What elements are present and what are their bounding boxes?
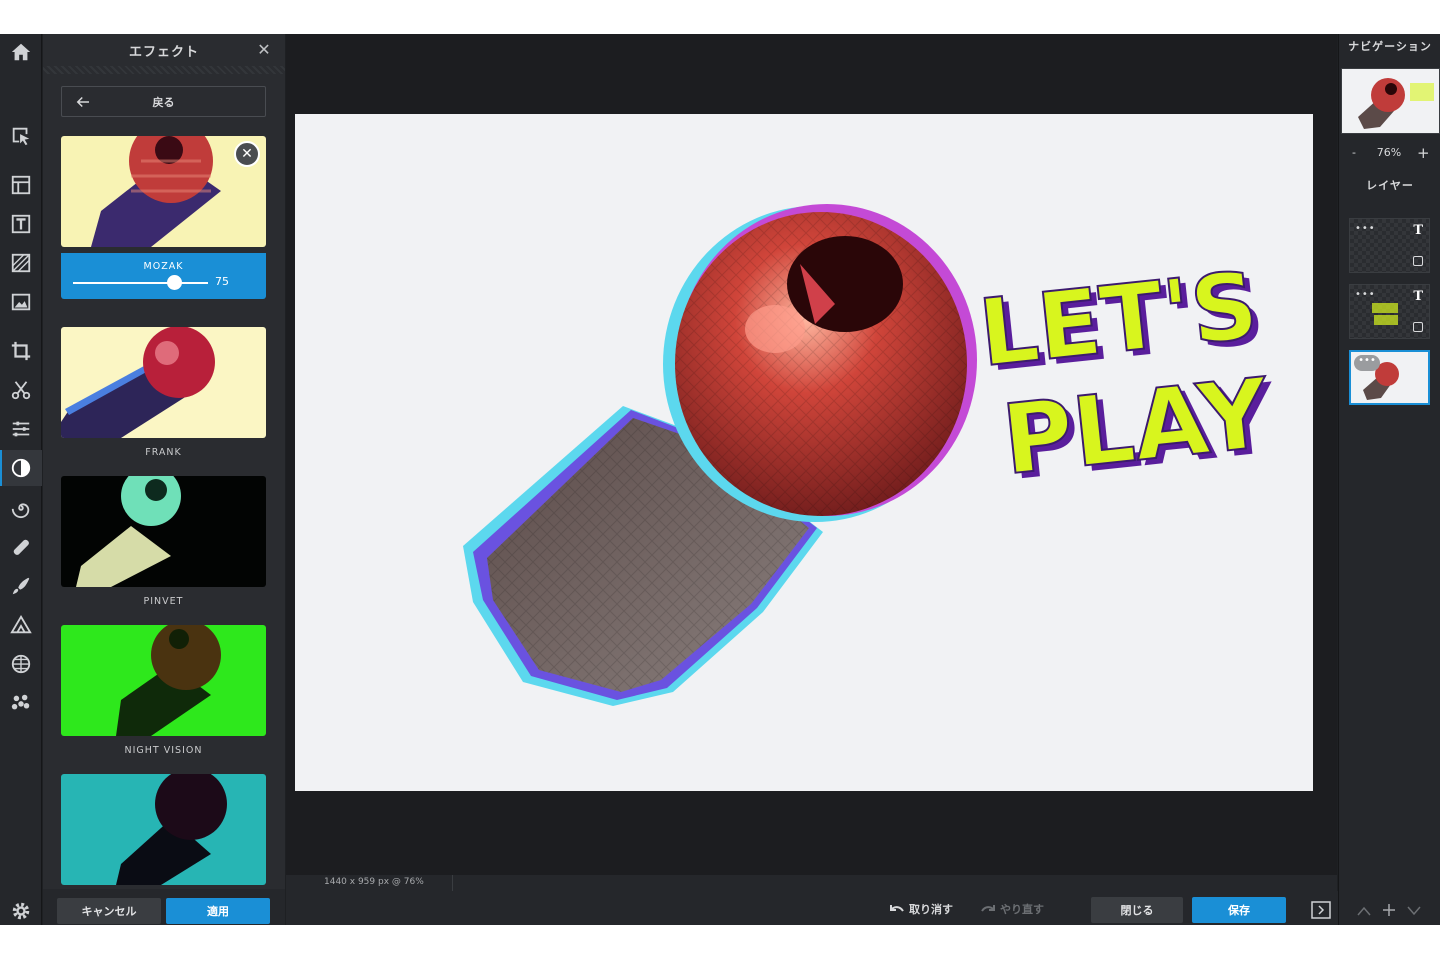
panel-footer: キャンセル 適用 <box>43 889 285 925</box>
chevron-down-icon[interactable] <box>1407 906 1421 916</box>
liquify-icon[interactable] <box>0 490 42 526</box>
image-icon[interactable] <box>0 284 42 320</box>
navigation-thumbnail[interactable] <box>1341 68 1440 134</box>
zoom-in-button[interactable]: + <box>1417 144 1430 162</box>
active-effect-name: MOZAK <box>143 261 184 272</box>
panel-divider <box>43 66 285 74</box>
save-button[interactable]: 保存 <box>1192 897 1286 923</box>
texture-icon[interactable] <box>0 646 42 682</box>
chevron-up-icon[interactable] <box>1357 906 1371 916</box>
remove-effect-icon[interactable]: ✕ <box>234 141 260 167</box>
effect-intensity-slider[interactable]: MOZAK 75 <box>61 253 266 299</box>
layer-item-text-2[interactable]: ••• T <box>1349 284 1430 339</box>
layout-icon[interactable] <box>0 167 42 203</box>
effect-label-night-vision: NIGHT VISION <box>124 745 203 756</box>
arrow-left-icon <box>76 96 89 108</box>
settings-icon[interactable] <box>0 893 42 929</box>
cancel-button[interactable]: キャンセル <box>57 898 161 924</box>
redo-label: やり直す <box>1000 903 1044 916</box>
more-icon[interactable]: ••• <box>1354 355 1380 371</box>
layer-item-text-1[interactable]: ••• T <box>1349 218 1430 273</box>
layer-item-image[interactable]: ••• <box>1349 350 1430 405</box>
tool-sidebar <box>0 34 42 925</box>
effect-thumb-frank[interactable] <box>61 327 266 438</box>
effect-icon[interactable] <box>0 450 42 486</box>
text-layer-icon: T <box>1413 223 1423 238</box>
more-icon[interactable]: ••• <box>1355 223 1376 234</box>
edited-image[interactable]: LET'S LET'S PLAY PLAY <box>295 114 1313 791</box>
adjust-icon[interactable] <box>0 411 42 447</box>
canvas-stage: LET'S LET'S PLAY PLAY <box>286 34 1337 889</box>
panel-toggle-icon[interactable] <box>1311 901 1331 919</box>
effect-label-pinvet: PINVET <box>143 596 184 607</box>
image-size-readout: 1440 x 959 px @ 76% <box>324 877 424 887</box>
heal-icon[interactable] <box>0 529 42 565</box>
cut-icon[interactable] <box>0 372 42 408</box>
effect-thumb-cyan[interactable] <box>61 774 266 885</box>
status-bar: 1440 x 959 px @ 76% <box>286 875 1337 891</box>
effects-panel: エフェクト ✕ 戻る ✕ MOZAK 75 FRANK PINVET NIGHT… <box>43 34 285 925</box>
layer-visibility-checkbox[interactable] <box>1413 256 1423 266</box>
right-panel: ナビゲーション - 76% + レイヤー ••• T ••• T ••• <box>1338 34 1440 925</box>
navigation-title: ナビゲーション <box>1348 40 1432 53</box>
text-icon[interactable] <box>0 206 42 242</box>
pattern-icon[interactable] <box>0 245 42 281</box>
editor-app: エフェクト ✕ 戻る ✕ MOZAK 75 FRANK PINVET NIGHT… <box>0 34 1440 925</box>
select-icon[interactable] <box>0 118 42 154</box>
zoom-controls: - 76% + <box>1339 144 1440 164</box>
bottom-bar: 取り消す やり直す 閉じる 保存 <box>286 891 1440 925</box>
status-divider <box>452 875 453 891</box>
crop-icon[interactable] <box>0 333 42 369</box>
text-layer-icon: T <box>1413 289 1423 304</box>
redo-button[interactable]: やり直す <box>980 901 1044 917</box>
effect-label-frank: FRANK <box>145 447 182 458</box>
brush-icon[interactable] <box>0 568 42 604</box>
apply-button[interactable]: 適用 <box>166 898 270 924</box>
redo-icon <box>981 905 995 912</box>
sticker-icon[interactable] <box>0 685 42 721</box>
close-button[interactable]: 閉じる <box>1091 897 1183 923</box>
layers-title: レイヤー <box>1366 179 1414 192</box>
shape-icon[interactable] <box>0 607 42 643</box>
slider-value: 75 <box>215 275 229 288</box>
panel-title: エフェクト <box>128 44 199 60</box>
effect-thumb-night-vision[interactable] <box>61 625 266 736</box>
layer-order-controls <box>1339 902 1440 922</box>
layer-text-preview <box>1372 303 1398 325</box>
home-icon[interactable] <box>0 34 42 70</box>
layer-visibility-checkbox[interactable] <box>1413 322 1423 332</box>
undo-label: 取り消す <box>909 903 953 916</box>
undo-button[interactable]: 取り消す <box>889 901 953 917</box>
close-icon[interactable]: ✕ <box>255 41 273 59</box>
back-button[interactable]: 戻る <box>61 86 266 117</box>
undo-icon <box>890 905 904 912</box>
slider-handle[interactable] <box>167 275 183 290</box>
plus-icon[interactable] <box>1382 903 1396 917</box>
slider-track[interactable] <box>73 282 208 284</box>
back-label: 戻る <box>152 95 175 109</box>
effect-thumb-pinvet[interactable] <box>61 476 266 587</box>
